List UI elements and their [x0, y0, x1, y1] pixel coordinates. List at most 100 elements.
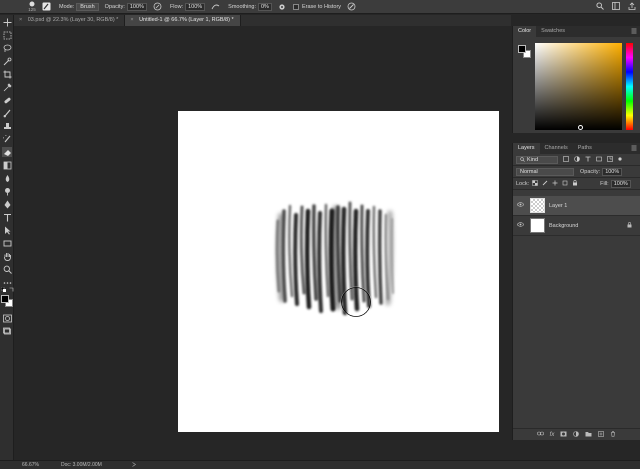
brush-strokes: [275, 201, 394, 318]
foreground-color-swatch[interactable]: [1, 295, 9, 303]
erase-to-history-checkbox[interactable]: Erase to History: [292, 3, 341, 10]
lock-artboard-icon[interactable]: [562, 180, 568, 188]
brush-size: 125: [28, 7, 36, 12]
mask-icon[interactable]: [560, 431, 567, 439]
layer-filter-select[interactable]: Kind: [516, 155, 558, 164]
brush-settings-icon: [42, 2, 51, 11]
airbrush-toggle[interactable]: [211, 2, 220, 11]
checkbox-icon: [292, 3, 299, 10]
document-tabs: × 03.psd @ 22.3% (Layer 30, RGB/8) * × U…: [14, 15, 511, 26]
tab-swatches[interactable]: Swatches: [536, 26, 570, 37]
blend-mode-select[interactable]: Normal: [516, 167, 574, 176]
tab-color[interactable]: Color: [513, 26, 537, 37]
tab-label: 03.psd @ 22.3% (Layer 30, RGB/8) *: [27, 17, 119, 23]
pressure-opacity-toggle[interactable]: [153, 2, 162, 11]
filter-smart-object-icon[interactable]: [607, 155, 613, 164]
tab-paths[interactable]: Paths: [573, 143, 597, 154]
layer-opacity-field[interactable]: 100%: [602, 167, 623, 176]
lock-icon: [627, 221, 632, 230]
blur-tool-icon[interactable]: [2, 173, 12, 183]
filter-type-icon[interactable]: [585, 156, 591, 164]
fill-field[interactable]: 100%: [610, 179, 631, 188]
filter-adjustment-icon[interactable]: [574, 155, 580, 164]
pen-tool-icon[interactable]: [2, 199, 12, 209]
flow-field[interactable]: 100%: [185, 2, 206, 11]
color-saturation-field[interactable]: [535, 43, 622, 130]
mode-label: Mode:: [59, 3, 75, 10]
smoothing-field[interactable]: 0%: [257, 2, 272, 11]
filter-pixel-icon[interactable]: [563, 155, 569, 164]
tab-channels[interactable]: Channels: [540, 143, 573, 154]
opacity-label: Opacity:: [104, 3, 125, 10]
close-icon[interactable]: ×: [130, 17, 133, 23]
color-picker-cursor: [578, 125, 583, 130]
panel-menu-icon[interactable]: [631, 28, 637, 36]
screen-mode-icon[interactable]: [2, 326, 12, 336]
status-menu-icon[interactable]: [132, 461, 136, 469]
search-icon[interactable]: [596, 2, 604, 12]
adjustment-icon[interactable]: [573, 430, 580, 439]
gear-icon: [278, 2, 287, 11]
crop-tool-icon[interactable]: [2, 69, 12, 79]
visibility-eye-icon[interactable]: [513, 222, 527, 229]
lock-pixels-icon[interactable]: [542, 180, 548, 188]
default-colors-icon[interactable]: [0, 286, 6, 292]
path-selection-tool-icon[interactable]: [2, 225, 12, 235]
fx-icon[interactable]: fx: [550, 432, 555, 438]
trash-icon[interactable]: [610, 430, 616, 439]
opacity-field[interactable]: 100%: [126, 2, 147, 11]
folder-icon[interactable]: [585, 431, 592, 439]
airbrush-icon: [211, 2, 220, 11]
gradient-tool-icon[interactable]: [2, 160, 12, 170]
tab-layers[interactable]: Layers: [513, 143, 540, 154]
dodge-tool-icon[interactable]: [2, 186, 12, 196]
fill-label: Fill:: [600, 180, 609, 187]
brush-settings-toggle[interactable]: [42, 2, 51, 11]
blend-opacity-row: Normal Opacity: 100%: [513, 166, 640, 178]
close-icon[interactable]: ×: [19, 17, 22, 23]
type-tool-icon[interactable]: [2, 212, 12, 222]
lock-transparent-icon[interactable]: [532, 179, 538, 188]
workspace-icon[interactable]: [612, 2, 620, 12]
share-icon[interactable]: [628, 2, 636, 12]
eyedropper-tool-icon[interactable]: [2, 82, 12, 92]
layer-thumbnail: [530, 198, 545, 213]
tab-03-psd[interactable]: × 03.psd @ 22.3% (Layer 30, RGB/8) *: [14, 15, 126, 26]
pressure-size-toggle[interactable]: [347, 2, 356, 11]
clone-stamp-tool-icon[interactable]: [2, 121, 12, 131]
new-layer-icon[interactable]: [598, 430, 605, 439]
hand-tool-icon[interactable]: [2, 251, 12, 261]
color-fg-bg-swatches[interactable]: [518, 45, 532, 59]
move-tool-icon[interactable]: [2, 17, 12, 27]
lock-position-icon[interactable]: [552, 180, 558, 188]
link-icon[interactable]: [536, 431, 544, 438]
status-bar: 66.67% Doc: 3.00M/2.00M: [0, 460, 640, 469]
tab-untitled-1[interactable]: × Untitled-1 @ 66.7% (Layer 1, RGB/8) *: [125, 15, 241, 26]
filter-toggle-icon[interactable]: [618, 156, 622, 164]
history-brush-tool-icon[interactable]: [2, 134, 12, 144]
eraser-tool-icon[interactable]: [2, 147, 12, 157]
panel-menu-icon[interactable]: [631, 145, 637, 153]
quick-mask-icon[interactable]: [2, 313, 12, 323]
layer-name: Background: [549, 222, 579, 229]
layer-row-layer-1[interactable]: Layer 1: [513, 196, 640, 216]
marquee-tool-icon[interactable]: [2, 30, 12, 40]
healing-brush-tool-icon[interactable]: [2, 95, 12, 105]
mode-select[interactable]: Brush: [76, 2, 99, 11]
visibility-eye-icon[interactable]: [513, 202, 527, 209]
layer-row-background[interactable]: Background: [513, 216, 640, 236]
hue-slider[interactable]: [626, 43, 633, 130]
rectangle-tool-icon[interactable]: [2, 238, 12, 248]
brush-tool-icon[interactable]: [2, 108, 12, 118]
smoothing-options-button[interactable]: [278, 2, 287, 11]
zoom-level[interactable]: 66.67%: [22, 462, 39, 468]
brush-preset-picker[interactable]: 125: [28, 1, 36, 12]
filter-shape-icon[interactable]: [596, 156, 602, 164]
canvas-area[interactable]: [14, 26, 511, 460]
zoom-tool-icon[interactable]: [2, 264, 12, 274]
lasso-tool-icon[interactable]: [2, 43, 12, 53]
lock-all-icon[interactable]: [572, 179, 578, 188]
quick-selection-tool-icon[interactable]: [2, 56, 12, 66]
document-canvas[interactable]: [178, 111, 499, 432]
layer-opacity-label: Opacity:: [580, 168, 601, 175]
